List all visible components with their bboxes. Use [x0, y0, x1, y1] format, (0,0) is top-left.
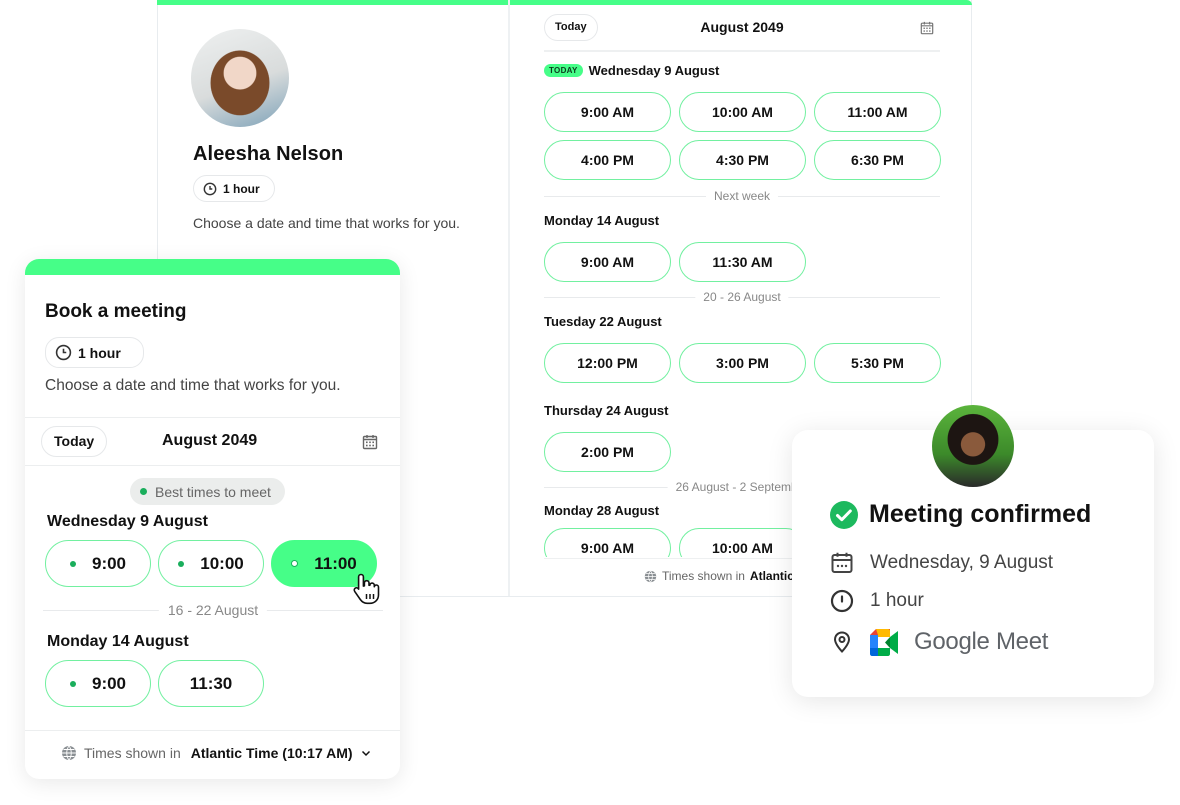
time-slot[interactable]: 2:00 PM: [544, 432, 671, 472]
day-group: Monday 14 August 9:00 AM 11:30 AM: [544, 210, 940, 282]
month-label: August 2049: [162, 432, 258, 449]
day-label: Monday 14 August: [47, 633, 189, 650]
time-slot[interactable]: 11:30: [158, 660, 264, 707]
confirmation-location-row: Google Meet: [830, 628, 1048, 656]
slot-row: 9:00 11:30: [45, 660, 264, 707]
day-label: Wednesday 9 August: [47, 513, 208, 530]
confirmation-date: Wednesday, 9 August: [870, 552, 1054, 573]
slot-time: 11:30: [189, 673, 233, 693]
time-slot[interactable]: 4:30 PM: [679, 140, 806, 180]
attendee-avatar: [932, 405, 1014, 487]
confirmation-title: Meeting confirmed: [830, 500, 1091, 529]
calendar-header: Today August 2049: [544, 14, 940, 52]
accent-bar: [25, 259, 400, 275]
duration-label: 1 hour: [223, 181, 260, 196]
time-slot[interactable]: 5:30 PM: [814, 343, 941, 383]
best-times-label: Best times to meet: [155, 483, 271, 500]
confirmation-duration-row: 1 hour: [830, 589, 924, 613]
time-slot[interactable]: 12:00 PM: [544, 343, 671, 383]
day-label: TODAY Wednesday 9 August: [544, 60, 940, 80]
day-group: Tuesday 22 August 12:00 PM 3:00 PM 5:30 …: [544, 311, 941, 383]
best-time-dot-icon: [140, 488, 147, 495]
confirmation-location: Google Meet: [914, 628, 1049, 655]
location-pin-icon: [833, 631, 851, 653]
clock-icon: [203, 182, 217, 195]
best-time-dot-icon: [69, 560, 76, 567]
check-circle-icon: [830, 500, 858, 529]
calendar-icon[interactable]: [920, 21, 934, 35]
hand-pointer-cursor-icon: [353, 573, 380, 605]
slot-time: 9:00: [91, 673, 127, 693]
slot-time: 10:00: [200, 553, 244, 573]
confirmation-title-text: Meeting confirmed: [869, 500, 1092, 528]
today-button[interactable]: Today: [41, 426, 108, 457]
time-slot[interactable]: 3:00 PM: [679, 343, 806, 383]
host-avatar: [191, 29, 289, 127]
time-slot[interactable]: 4:00 PM: [544, 140, 671, 180]
calendar-icon: [831, 552, 853, 573]
time-slot[interactable]: 11:30 AM: [679, 242, 806, 282]
timezone-prefix: Times shown in: [84, 745, 181, 761]
time-slot[interactable]: 10:00 AM: [679, 92, 806, 132]
best-times-legend: Best times to meet: [130, 478, 285, 505]
calendar-icon[interactable]: [362, 434, 378, 450]
clock-icon: [830, 589, 854, 613]
best-time-dot-icon: [69, 680, 76, 687]
time-slot[interactable]: 11:00 AM: [814, 92, 941, 132]
week-separator: 20 - 26 August: [544, 290, 940, 304]
slot-row: 9:00 10:00 11:00: [45, 540, 377, 587]
separator-label: 16 - 22 August: [158, 602, 268, 618]
timezone-selector[interactable]: Atlantic Time (10:17 AM): [191, 745, 353, 761]
globe-icon: [62, 745, 76, 761]
best-time-dot-icon: [291, 560, 299, 567]
time-slot[interactable]: 10:00: [158, 540, 264, 587]
separator-label: 20 - 26 August: [695, 290, 789, 304]
time-slot[interactable]: 6:30 PM: [814, 140, 941, 180]
host-description: Choose a date and time that works for yo…: [193, 215, 460, 231]
booking-description: Choose a date and time that works for yo…: [45, 377, 341, 394]
duration-label: 1 hour: [78, 344, 121, 361]
day-label: Thursday 24 August: [544, 402, 669, 418]
best-time-dot-icon: [178, 560, 185, 567]
confirmation-date-row: Wednesday, 9 August: [830, 551, 1053, 575]
time-slot[interactable]: 9:00 AM: [544, 528, 671, 557]
day-label-text: Wednesday 9 August: [588, 62, 720, 78]
day-label: Tuesday 22 August: [544, 313, 662, 329]
google-meet-icon: [870, 628, 898, 656]
slot-time: 9:00: [91, 553, 127, 573]
booking-title: Book a meeting: [45, 301, 187, 322]
globe-icon: [644, 570, 657, 582]
today-badge: TODAY: [544, 63, 583, 77]
time-slot[interactable]: 9:00: [45, 540, 151, 587]
calendar-header: Today August 2049: [25, 417, 400, 466]
time-slot[interactable]: 10:00 AM: [679, 528, 806, 557]
separator-label: Next week: [705, 189, 779, 203]
day-group: TODAY Wednesday 9 August 9:00 AM 10:00 A…: [544, 60, 941, 180]
duration-pill: 1 hour: [45, 337, 144, 368]
chevron-down-icon[interactable]: [360, 747, 372, 759]
month-label: August 2049: [700, 19, 784, 35]
time-slot[interactable]: 9:00 AM: [544, 92, 671, 132]
time-slot[interactable]: 9:00: [45, 660, 151, 707]
timezone-footer: Times shown in Atlantic Time (10:17 AM): [25, 730, 400, 779]
time-slot[interactable]: 9:00 AM: [544, 242, 671, 282]
host-name: Aleesha Nelson: [193, 143, 344, 165]
day-label: Monday 14 August: [544, 212, 660, 228]
duration-pill: 1 hour: [193, 175, 275, 202]
confirmation-duration: 1 hour: [870, 590, 924, 611]
timezone-prefix: Times shown in: [662, 569, 745, 583]
booking-widget: Book a meeting 1 hour Choose a date and …: [25, 259, 400, 779]
slot-time: 11:00: [314, 553, 357, 573]
week-separator: 16 - 22 August: [43, 602, 383, 618]
clock-icon: [55, 344, 72, 361]
week-separator: Next week: [544, 189, 940, 203]
